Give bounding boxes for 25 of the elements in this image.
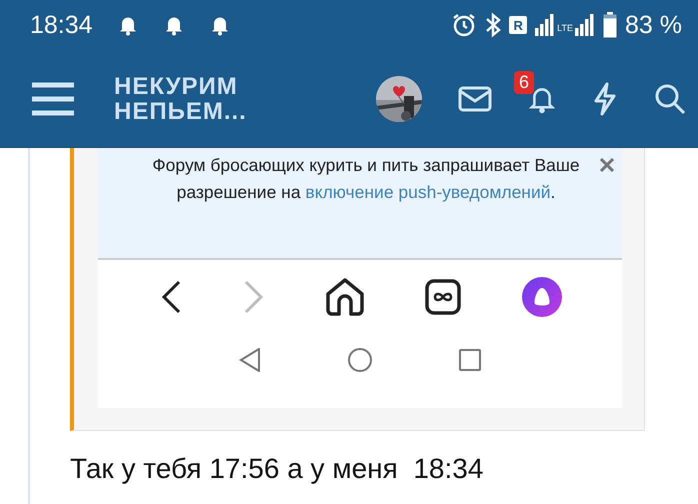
search-icon[interactable]	[654, 82, 686, 114]
close-icon[interactable]	[600, 158, 614, 172]
push-link[interactable]: включение push-уведомлений	[305, 182, 551, 202]
network-type: LTE	[557, 22, 574, 32]
roaming-indicator: R	[509, 16, 528, 34]
battery-percent: 83 %	[625, 10, 682, 40]
battery-icon	[603, 12, 618, 38]
logo-text: НЕПЬЕМ...	[114, 98, 248, 124]
signal-icon	[535, 14, 556, 36]
logo-text: НЕКУРИМ	[114, 74, 239, 98]
menu-icon[interactable]	[32, 82, 74, 116]
tabs-icon[interactable]	[425, 279, 462, 315]
signal-icon	[575, 14, 596, 36]
home-icon[interactable]	[324, 278, 365, 316]
mail-icon[interactable]	[458, 86, 492, 112]
bluetooth-icon	[485, 12, 502, 38]
lightning-icon[interactable]	[592, 82, 618, 116]
back-icon[interactable]	[160, 280, 182, 314]
assistant-icon[interactable]	[522, 277, 562, 317]
clock-time: 18:34	[30, 10, 93, 40]
post-text: Так у тебя 17:56 а у меня 18:34	[70, 453, 484, 484]
notification-badge: 6	[514, 70, 534, 94]
permission-message: Форум бросающих курить и пить запрашивает Ваше разрешение на включение push-уведомлений.	[151, 154, 581, 204]
recents-icon[interactable]	[459, 349, 481, 371]
alarm-clock-icon	[451, 12, 478, 38]
